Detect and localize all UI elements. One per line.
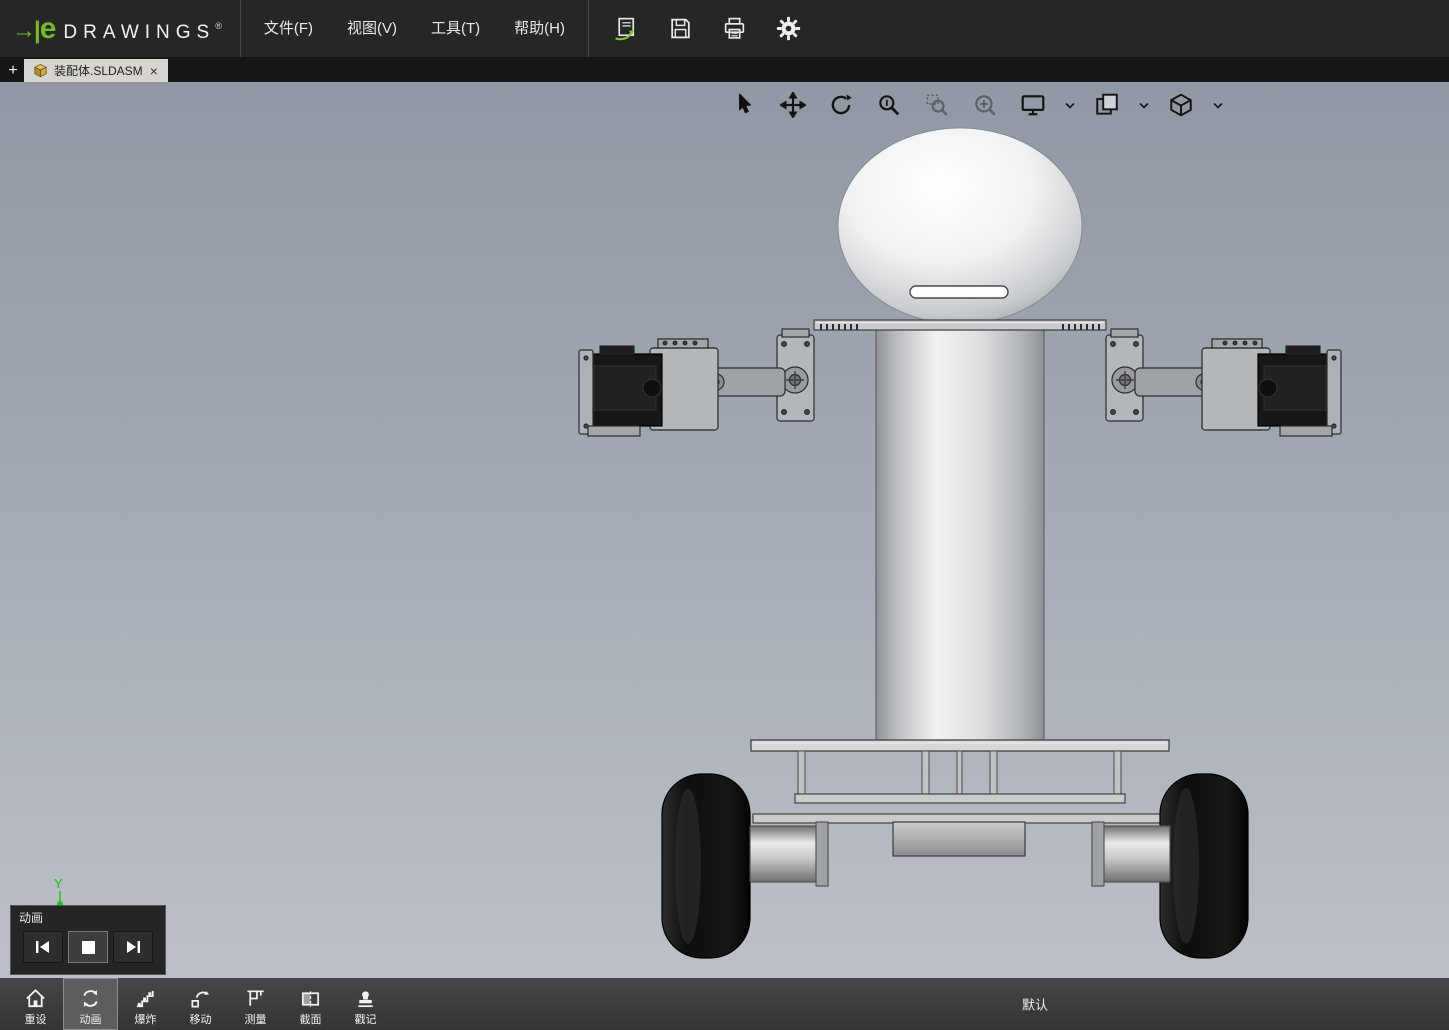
print-button[interactable] <box>719 13 751 45</box>
model-canvas[interactable]: Y <box>0 82 1449 978</box>
select-button[interactable] <box>728 88 762 122</box>
stamp-button[interactable]: 戳记 <box>338 978 393 1030</box>
animation-icon <box>83 990 98 1007</box>
top-menubar: →| e DRAWINGS ® 文件(F) 视图(V) 工具(T) 帮助(H) <box>0 0 1449 57</box>
menu-view[interactable]: 视图(V) <box>330 0 414 57</box>
view-orientation-dropdown[interactable] <box>1212 88 1224 122</box>
options-gear-icon <box>777 16 801 41</box>
animation-button[interactable]: 动画 <box>63 978 118 1030</box>
document-tabbar: + 装配体.SLDASM × <box>0 57 1449 82</box>
animation-panel: 动画 <box>10 905 166 975</box>
assembly-cube-icon <box>34 63 47 78</box>
logo-e-icon: e <box>39 11 57 45</box>
chevron-down-icon <box>1139 102 1149 109</box>
zoom-area-button[interactable] <box>920 88 954 122</box>
robot-head-sphere[interactable] <box>837 127 1083 325</box>
viewport[interactable]: Y 动画 <box>0 82 1449 978</box>
previous-frame-icon <box>36 941 49 953</box>
open-icon <box>615 17 635 41</box>
left-axle[interactable] <box>749 821 829 887</box>
right-wheel-sheen <box>1173 788 1199 944</box>
markup-button[interactable] <box>1090 88 1124 122</box>
chassis-assembly[interactable] <box>750 739 1170 824</box>
registered-mark: ® <box>215 20 222 31</box>
shoulder-plate[interactable] <box>813 319 1107 331</box>
home-icon <box>26 989 45 1008</box>
menu-tools[interactable]: 工具(T) <box>414 0 497 57</box>
edrawings-logo: →| e DRAWINGS ® <box>0 12 240 46</box>
y-axis-label: Y <box>54 876 63 891</box>
animation-controls <box>11 928 165 963</box>
display-style-dropdown[interactable] <box>1064 88 1076 122</box>
markup-dropdown[interactable] <box>1138 88 1150 122</box>
head-slot <box>909 285 1009 299</box>
open-button[interactable] <box>611 13 643 45</box>
menu-file[interactable]: 文件(F) <box>247 0 330 57</box>
brand-name: DRAWINGS <box>63 21 216 43</box>
pan-button[interactable] <box>776 88 810 122</box>
stop-button[interactable] <box>68 931 108 963</box>
zoom-fit-button[interactable] <box>968 88 1002 122</box>
display-style-icon <box>1021 95 1045 116</box>
animation-panel-title: 动画 <box>19 911 44 925</box>
explode-icon <box>136 990 154 1008</box>
edrawings-window: →| e DRAWINGS ® 文件(F) 视图(V) 工具(T) 帮助(H) <box>0 0 1449 1030</box>
center-gearbox[interactable] <box>892 821 1026 857</box>
origin-triad: Y <box>54 876 63 907</box>
section-icon <box>301 991 320 1007</box>
menu-help[interactable]: 帮助(H) <box>497 0 582 57</box>
measure-button[interactable]: 测量 <box>228 978 283 1030</box>
right-axle[interactable] <box>1091 821 1171 887</box>
document-tab[interactable]: 装配体.SLDASM × <box>24 59 168 82</box>
display-style-button[interactable] <box>1016 88 1050 122</box>
select-cursor-icon <box>739 93 751 114</box>
section-button[interactable]: 截面 <box>283 978 338 1030</box>
zoom-fit-icon <box>975 95 996 116</box>
chevron-down-icon <box>1065 102 1075 109</box>
right-arm-assembly[interactable] <box>1105 328 1342 437</box>
save-button[interactable] <box>665 13 697 45</box>
markup-sheets-icon <box>1096 93 1118 115</box>
reset-button[interactable]: 重设 <box>8 978 63 1030</box>
move-component-button[interactable]: 移动 <box>173 978 228 1030</box>
tab-label: 装配体.SLDASM <box>54 64 143 78</box>
move-component-icon <box>191 991 209 1008</box>
zoom-icon <box>879 95 900 116</box>
bottom-toolbar: 重设 动画 爆炸 移动 测量 截面 戳记 默认 <box>0 978 1449 1030</box>
chevron-down-icon <box>1213 102 1223 109</box>
new-tab-button[interactable]: + <box>4 63 22 79</box>
measure-icon <box>247 990 264 1006</box>
tab-close-button[interactable]: × <box>149 64 159 78</box>
zoom-area-icon <box>926 94 948 116</box>
stamp-icon <box>358 991 373 1008</box>
logo-arrow-icon: →| <box>12 16 41 44</box>
rotate-button[interactable] <box>824 88 858 122</box>
stop-icon <box>81 940 95 954</box>
torso-cylinder[interactable] <box>875 323 1045 743</box>
explode-button[interactable]: 爆炸 <box>118 978 173 1030</box>
options-button[interactable] <box>773 13 805 45</box>
previous-frame-button[interactable] <box>23 931 63 963</box>
left-wheel-sheen <box>675 788 701 944</box>
view-orientation-cube-icon <box>1170 93 1192 117</box>
view-orientation-button[interactable] <box>1164 88 1198 122</box>
configuration-status: 默认 <box>1022 997 1049 1013</box>
left-arm-assembly[interactable] <box>578 328 815 437</box>
next-frame-button[interactable] <box>113 931 153 963</box>
view-toolbar <box>728 88 1224 122</box>
next-frame-icon <box>127 941 140 953</box>
save-icon <box>671 18 691 39</box>
pan-icon <box>780 92 806 118</box>
zoom-button[interactable] <box>872 88 906 122</box>
rotate-icon <box>831 94 852 115</box>
quick-toolbar <box>589 13 805 45</box>
print-icon <box>725 17 745 39</box>
main-menus: 文件(F) 视图(V) 工具(T) 帮助(H) <box>241 0 588 57</box>
